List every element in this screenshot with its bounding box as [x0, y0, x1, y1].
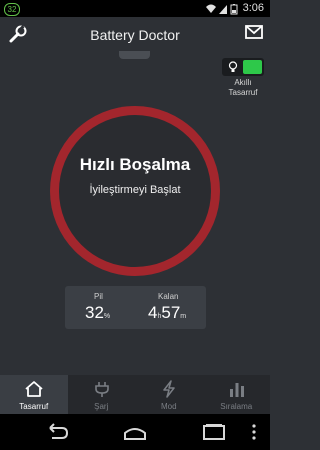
clock: 3:06 — [242, 2, 264, 14]
battery-stats-panel: Pil 32% Kalan 4h57m — [65, 286, 206, 329]
battery-unit: % — [103, 313, 111, 320]
app-title: Battery Doctor — [90, 27, 180, 43]
menu-dots-icon[interactable] — [248, 422, 260, 442]
tab-sarj-label: Şarj — [94, 402, 109, 411]
smart-save-label-line1: Akıllı — [234, 78, 252, 87]
recents-icon[interactable] — [200, 422, 228, 442]
status-icons — [206, 4, 238, 15]
remaining-time: 4h57m — [148, 303, 186, 323]
smart-save-toggle[interactable] — [222, 58, 264, 76]
notification-badge: 32 — [4, 3, 20, 16]
mail-icon[interactable] — [245, 25, 265, 41]
battery-value: 32 — [85, 303, 104, 322]
battery-icon — [230, 4, 238, 15]
app-header: Battery Doctor — [0, 17, 270, 51]
tab-tasarruf[interactable]: Tasarruf — [0, 375, 68, 414]
back-icon[interactable] — [42, 422, 70, 442]
tab-mod[interactable]: Mod — [135, 375, 203, 414]
smart-save-label: Akıllı Tasarruf — [216, 78, 270, 98]
signal-icon — [219, 5, 227, 14]
bottom-tab-bar: Tasarruf Şarj Mod Sıralama — [0, 375, 270, 414]
remaining-minutes: 57 — [161, 303, 181, 322]
smart-save-label-line2: Tasarruf — [228, 88, 258, 97]
wifi-icon — [206, 4, 216, 13]
tab-tasarruf-label: Tasarruf — [19, 402, 49, 411]
toggle-on-indicator — [243, 60, 262, 74]
pull-down-handle[interactable] — [119, 51, 150, 59]
lightbulb-icon — [228, 61, 238, 72]
battery-percent: 32% — [85, 303, 110, 323]
home-nav-icon[interactable] — [121, 422, 149, 442]
tab-siralama-label: Sıralama — [220, 402, 253, 411]
minutes-unit: m — [180, 313, 187, 320]
optimize-button-title: Hızlı Boşalma — [79, 155, 191, 174]
tab-mod-label: Mod — [160, 402, 177, 411]
lightning-icon — [163, 380, 175, 398]
optimize-button-subtitle: İyileştirmeyi Başlat — [89, 184, 181, 196]
bar-chart-icon — [229, 383, 244, 397]
tab-siralama[interactable]: Sıralama — [203, 375, 271, 414]
system-nav-bar — [0, 414, 270, 450]
remaining-label: Kalan — [158, 292, 179, 301]
tab-sarj[interactable]: Şarj — [68, 375, 136, 414]
status-bar: 32 3:06 — [0, 0, 270, 17]
battery-label: Pil — [94, 292, 103, 301]
plug-icon — [94, 382, 109, 397]
home-icon — [25, 381, 43, 397]
